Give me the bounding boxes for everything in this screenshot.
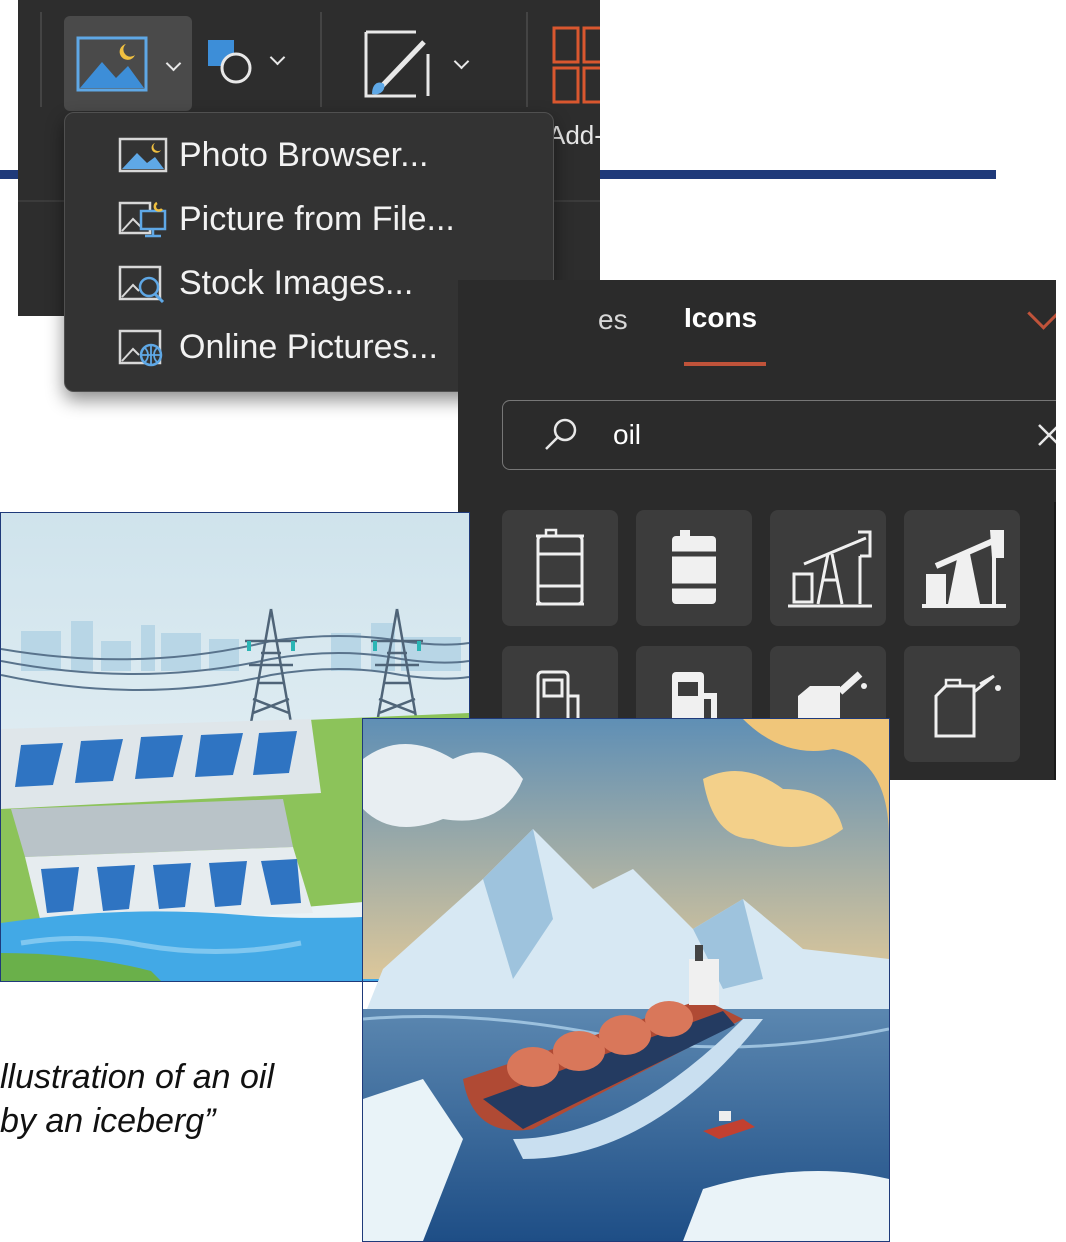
icons-panel: es Icons oil [458, 280, 1056, 780]
menu-item-label: Photo Browser... [179, 135, 429, 174]
icon-result-oil-pump-filled[interactable] [904, 510, 1020, 626]
addins-grid-icon [552, 26, 600, 104]
menu-item-photo-browser[interactable]: Photo Browser... [117, 129, 547, 181]
draw-brush-icon [364, 30, 430, 98]
photo-browser-icon [117, 135, 169, 175]
chevron-down-icon[interactable] [165, 55, 182, 72]
shapes-button[interactable] [198, 16, 298, 111]
search-value: oil [613, 419, 642, 450]
panel-scrollbar[interactable] [1054, 502, 1056, 780]
icon-result-oil-barrel-filled[interactable] [636, 510, 752, 626]
menu-item-label: Stock Images... [179, 263, 414, 302]
icon-result-oil-barrel-outline[interactable] [502, 510, 618, 626]
menu-item-label: Picture from File... [179, 199, 455, 238]
icon-result-oil-can-outline[interactable] [904, 646, 1020, 762]
caption-line-1: llustration of an oil [0, 1058, 275, 1096]
tanker-iceberg-illustration [362, 718, 890, 1242]
icon-result-oil-pump-outline[interactable] [770, 510, 886, 626]
chevron-down-icon[interactable] [453, 53, 470, 70]
stock-images-icon [117, 263, 169, 304]
shapes-icon [208, 40, 252, 84]
oil-pump-outline-icon [788, 530, 872, 608]
online-pictures-icon [117, 327, 169, 367]
ribbon-separator [526, 12, 528, 107]
search-input[interactable]: oil [502, 400, 1056, 470]
chevron-down-icon[interactable] [1027, 297, 1056, 330]
tab-selected-indicator [684, 362, 766, 366]
ribbon-separator [40, 12, 42, 107]
clear-search-icon[interactable] [1035, 421, 1056, 449]
picture-icon [76, 36, 148, 92]
pictures-button[interactable] [64, 16, 192, 111]
oil-pump-filled-icon [922, 530, 1006, 608]
menu-item-label: Online Pictures... [179, 327, 438, 366]
addins-button[interactable] [546, 20, 600, 110]
oil-can-outline-icon [934, 674, 1001, 738]
tab-icons[interactable]: Icons [684, 302, 757, 334]
tab-images[interactable]: es [598, 304, 628, 336]
search-icon [545, 418, 577, 450]
chevron-down-icon[interactable] [269, 49, 286, 66]
oil-barrel-filled-icon [672, 530, 716, 604]
ribbon-separator [320, 12, 322, 107]
caption-line-2: by an iceberg” [0, 1102, 216, 1140]
menu-item-picture-from-file[interactable]: Picture from File... [117, 193, 547, 245]
addins-label: Add- [548, 120, 600, 150]
oil-barrel-outline-icon [536, 528, 584, 606]
draw-button[interactable] [348, 16, 498, 111]
picture-from-file-icon [117, 199, 169, 239]
